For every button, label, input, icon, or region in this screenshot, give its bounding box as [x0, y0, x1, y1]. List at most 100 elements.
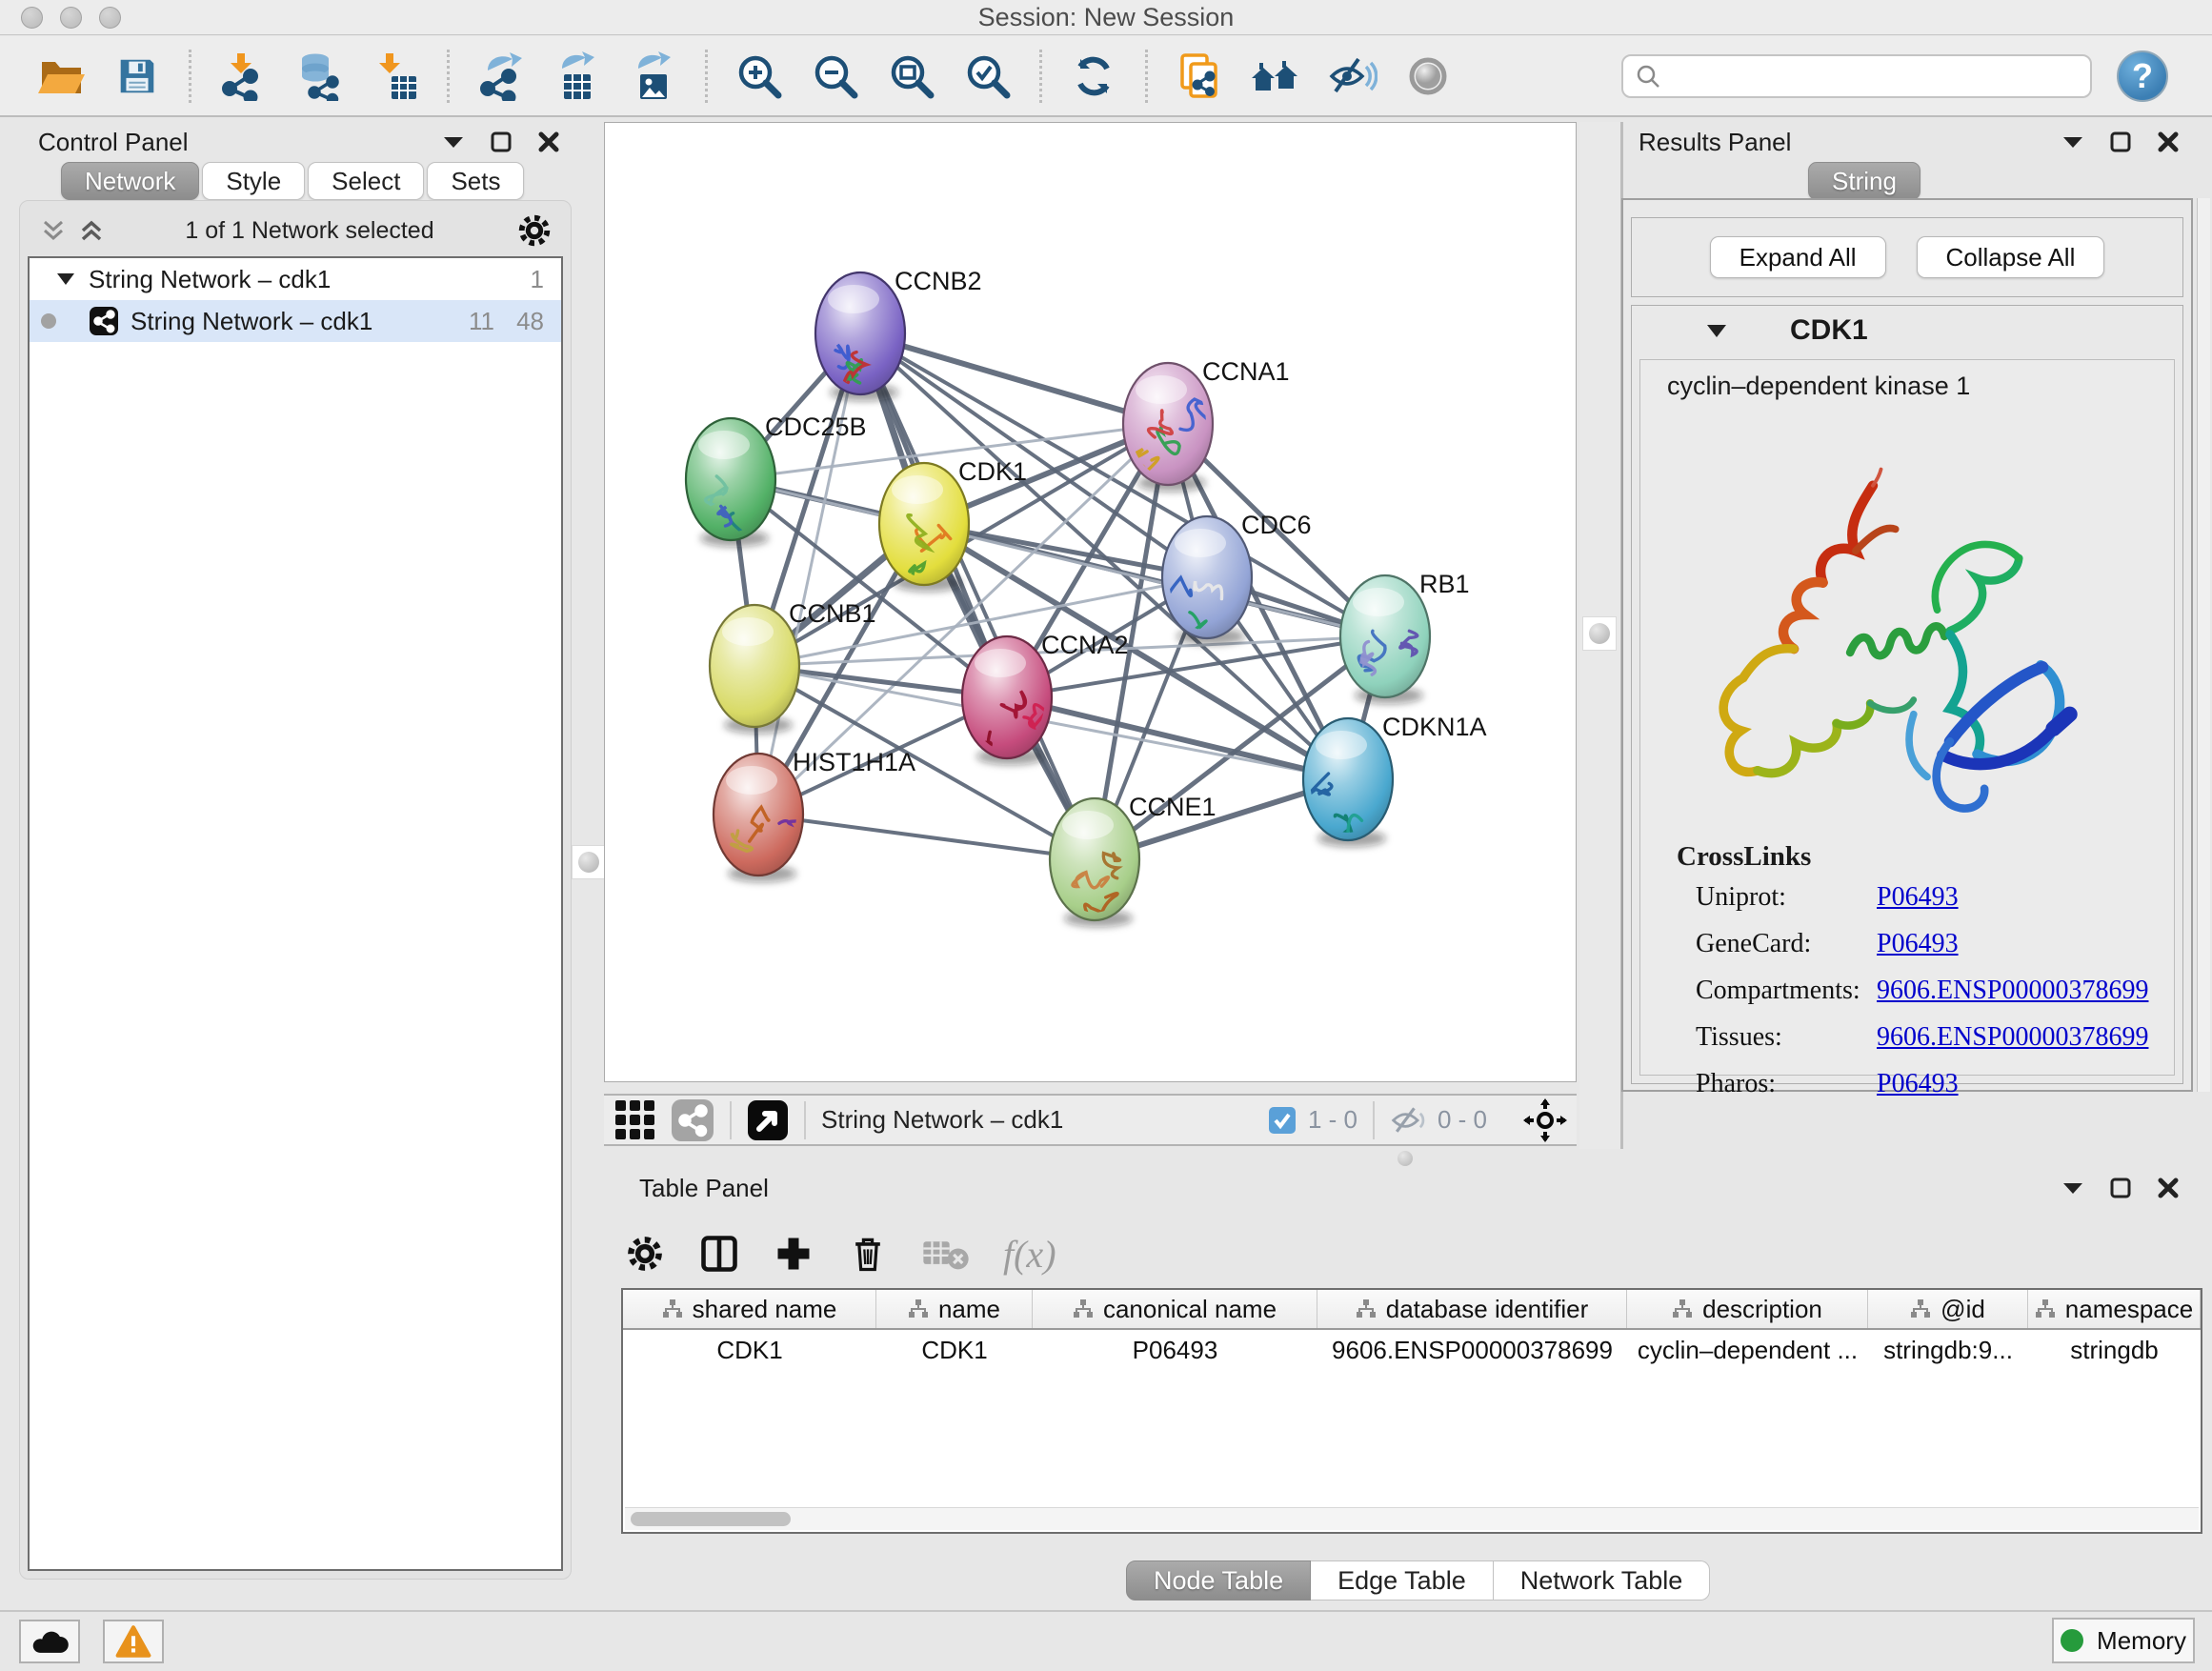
export-table-button[interactable] — [539, 41, 615, 111]
right-splitter-handle[interactable] — [1582, 616, 1617, 651]
network-edge[interactable] — [860, 333, 1095, 859]
network-node-CCNB1[interactable] — [710, 605, 799, 734]
delete-column-icon[interactable] — [847, 1233, 889, 1275]
crosslink-row: GeneCard:P06493 — [1696, 929, 2155, 959]
network-node-CDKN1A[interactable] — [1303, 718, 1393, 847]
collapse-all-button[interactable]: Collapse All — [1917, 236, 2105, 278]
search-input[interactable] — [1661, 61, 2079, 91]
table-horizontal-scrollbar[interactable] — [625, 1507, 2199, 1530]
zoom-selected-button[interactable] — [950, 41, 1026, 111]
left-splitter-handle[interactable] — [572, 845, 606, 879]
panel-menu-icon[interactable] — [2061, 134, 2084, 150]
tab-node-table[interactable]: Node Table — [1126, 1560, 1311, 1601]
tab-style[interactable]: Style — [202, 162, 305, 200]
crosslink-link[interactable]: 9606.ENSP00000378699 — [1877, 976, 2148, 1006]
show-columns-icon[interactable] — [698, 1233, 740, 1275]
tab-network-table[interactable]: Network Table — [1494, 1560, 1711, 1601]
close-panel-icon[interactable] — [2157, 131, 2180, 153]
memory-button[interactable]: Memory — [2052, 1618, 2195, 1663]
tree-expander-icon[interactable] — [56, 272, 75, 286]
export-image-button[interactable] — [615, 41, 692, 111]
network-graph[interactable]: CCNB2CCNA1CDC25BCDK1CDC6RB1CCNB1CCNA2CDK… — [605, 123, 1576, 1081]
export-network-button[interactable] — [463, 41, 539, 111]
network-node-CCNB2[interactable] — [815, 272, 905, 401]
table-cell[interactable]: 9606.ENSP00000378699 — [1317, 1330, 1627, 1370]
clone-network-button[interactable] — [1161, 41, 1237, 111]
crosslink-link[interactable]: P06493 — [1877, 1069, 1959, 1099]
gene-section-header[interactable]: CDK1 — [1632, 306, 2182, 355]
crosslink-link[interactable]: P06493 — [1877, 929, 1959, 959]
float-panel-icon[interactable] — [2109, 131, 2132, 153]
table-cell[interactable]: stringdb — [2028, 1330, 2201, 1370]
selected-checkbox-icon[interactable] — [1268, 1106, 1297, 1135]
section-expander-icon[interactable] — [1706, 324, 1727, 338]
import-network-file-button[interactable] — [205, 41, 281, 111]
column-header-id[interactable]: @id — [1868, 1290, 2028, 1328]
float-panel-icon[interactable] — [2109, 1177, 2132, 1199]
cloud-status-button[interactable] — [19, 1620, 80, 1663]
tab-network[interactable]: Network — [61, 162, 199, 200]
tab-sets[interactable]: Sets — [427, 162, 524, 200]
network-node-CCNE1[interactable] — [1050, 798, 1139, 927]
table-cell[interactable]: stringdb:9... — [1868, 1330, 2028, 1370]
bottom-splitter-handle[interactable] — [1398, 1151, 1413, 1166]
table-cell[interactable]: P06493 — [1033, 1330, 1317, 1370]
string-badge-icon[interactable] — [671, 1098, 714, 1142]
network-row-selected[interactable]: String Network – cdk1 11 48 — [30, 300, 561, 342]
network-node-CDC25B[interactable] — [686, 418, 775, 559]
show-all-views-button[interactable] — [1237, 41, 1314, 111]
table-row[interactable]: CDK1CDK1P064939606.ENSP00000378699cyclin… — [623, 1330, 2201, 1370]
grid-view-icon[interactable] — [613, 1098, 657, 1142]
import-table-file-button[interactable] — [357, 41, 433, 111]
panel-menu-icon[interactable] — [2061, 1180, 2084, 1196]
network-edge[interactable] — [1007, 697, 1348, 779]
fit-content-crosshair-icon[interactable] — [1523, 1098, 1567, 1142]
table-cell[interactable]: CDK1 — [623, 1330, 876, 1370]
column-header-database-identifier[interactable]: database identifier — [1317, 1290, 1627, 1328]
network-collection-row[interactable]: String Network – cdk1 1 — [30, 258, 561, 300]
table-cell[interactable]: cyclin–dependent ... — [1627, 1330, 1868, 1370]
gear-icon[interactable] — [624, 1233, 666, 1275]
scrollbar-thumb[interactable] — [631, 1512, 791, 1526]
apply-layout-button[interactable] — [1056, 41, 1132, 111]
tab-string[interactable]: String — [1808, 162, 1920, 200]
import-network-database-button[interactable] — [281, 41, 357, 111]
network-view-canvas[interactable]: CCNB2CCNA1CDC25BCDK1CDC6RB1CCNB1CCNA2CDK… — [604, 122, 1577, 1082]
collapse-all-icon[interactable] — [41, 218, 66, 243]
results-scrollbar[interactable] — [2197, 198, 2210, 1092]
column-header-shared-name[interactable]: shared name — [623, 1290, 876, 1328]
tab-edge-table[interactable]: Edge Table — [1311, 1560, 1494, 1601]
column-header-canonical-name[interactable]: canonical name — [1033, 1290, 1317, 1328]
column-header-description[interactable]: description — [1627, 1290, 1868, 1328]
column-header-namespace[interactable]: namespace — [2028, 1290, 2201, 1328]
panel-menu-icon[interactable] — [442, 134, 465, 150]
close-panel-icon[interactable] — [537, 131, 560, 153]
crosslink-link[interactable]: 9606.ENSP00000378699 — [1877, 1022, 2148, 1053]
show-graphics-details-button[interactable] — [1390, 41, 1466, 111]
zoom-in-button[interactable] — [721, 41, 797, 111]
network-node-CCNA1[interactable] — [1123, 363, 1213, 492]
expand-all-button[interactable]: Expand All — [1710, 236, 1886, 278]
hide-selected-button[interactable] — [1314, 41, 1390, 111]
network-node-RB1[interactable] — [1340, 575, 1430, 704]
crosslink-link[interactable]: P06493 — [1877, 882, 1959, 913]
zoom-fit-button[interactable] — [874, 41, 950, 111]
gear-icon[interactable] — [515, 211, 553, 250]
open-session-button[interactable] — [23, 41, 99, 111]
float-panel-icon[interactable] — [490, 131, 513, 153]
zoom-out-button[interactable] — [797, 41, 874, 111]
results-panel-title: Results Panel — [1639, 128, 1791, 157]
birdseye-view-icon[interactable] — [747, 1099, 789, 1141]
help-button[interactable]: ? — [2117, 50, 2168, 102]
close-panel-icon[interactable] — [2157, 1177, 2180, 1199]
tab-select[interactable]: Select — [308, 162, 424, 200]
network-edge[interactable] — [758, 815, 1095, 859]
network-edge[interactable] — [860, 333, 1168, 424]
save-session-button[interactable] — [99, 41, 175, 111]
expand-all-icon[interactable] — [79, 218, 104, 243]
table-cell[interactable]: CDK1 — [876, 1330, 1033, 1370]
warnings-button[interactable] — [103, 1620, 164, 1663]
network-edge[interactable] — [758, 333, 860, 815]
column-header-name[interactable]: name — [876, 1290, 1033, 1328]
add-column-icon[interactable] — [773, 1233, 814, 1275]
